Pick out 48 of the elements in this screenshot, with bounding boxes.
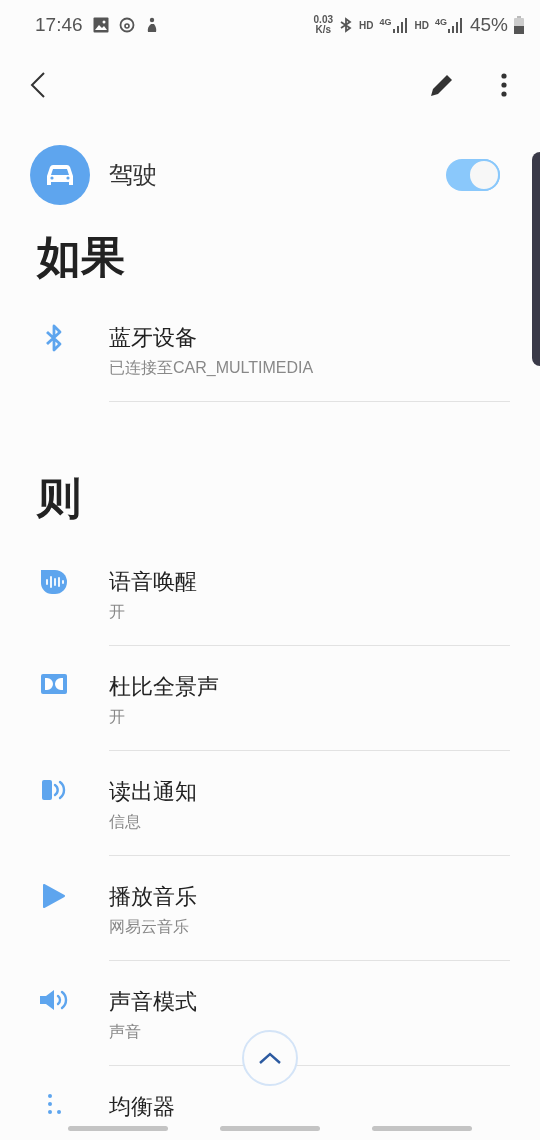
hd-label: HD: [414, 18, 429, 33]
speaking-icon: [39, 778, 68, 802]
voice-icon: [39, 568, 68, 596]
item-subtitle: 信息: [109, 812, 142, 832]
speed-unit: K/s: [315, 25, 332, 35]
item-subtitle: 网易云音乐: [109, 917, 190, 937]
item-subtitle: 开: [109, 602, 126, 622]
routine-title: 驾驶: [109, 160, 158, 190]
action-row[interactable]: 播放音乐 网易云音乐: [0, 856, 510, 961]
battery-icon: [514, 16, 524, 34]
speaker-icon: [38, 988, 69, 1012]
signal-icon: [447, 17, 464, 33]
bluetooth-icon: [339, 17, 354, 33]
battery-percent: 45%: [469, 12, 508, 37]
scroll-to-top-button[interactable]: [242, 1030, 298, 1086]
item-title: 播放音乐: [109, 883, 197, 911]
action-row[interactable]: 读出通知 信息: [0, 751, 510, 856]
music-app-icon: [118, 17, 135, 33]
item-subtitle: 开: [109, 707, 126, 727]
item-title: 均衡器: [109, 1093, 175, 1121]
navigation-handle[interactable]: [372, 1126, 472, 1131]
item-subtitle: 已连接至CAR_MULTIMEDIA: [109, 358, 315, 378]
toggle-switch[interactable]: [446, 159, 500, 191]
item-title: 杜比全景声: [109, 673, 219, 701]
network-speed: 0.03: [313, 15, 334, 25]
dolby-icon: [39, 673, 68, 695]
play-icon: [41, 883, 66, 909]
navigation-handle[interactable]: [220, 1126, 320, 1131]
car-icon: [30, 145, 90, 205]
caret-up-icon: [259, 1052, 281, 1064]
navigation-handle[interactable]: [68, 1126, 168, 1131]
network-type: 4G: [434, 17, 447, 27]
gallery-icon: [92, 17, 109, 33]
item-title: 读出通知: [109, 778, 197, 806]
clock: 17:46: [35, 12, 83, 37]
item-subtitle: 声音: [109, 1022, 142, 1042]
action-row[interactable]: 杜比全景声 开: [0, 646, 510, 751]
item-title: 声音模式: [109, 988, 197, 1016]
item-title: 蓝牙设备: [109, 324, 197, 352]
signal-icon: [392, 17, 409, 33]
more-options-button[interactable]: [500, 72, 508, 98]
item-title: 语音唤醒: [109, 568, 197, 596]
action-row[interactable]: 语音唤醒 开: [0, 541, 510, 646]
action-row[interactable]: 蓝牙设备 已连接至CAR_MULTIMEDIA: [0, 297, 510, 402]
section-heading: 则: [35, 472, 82, 524]
hd-label: HD: [359, 18, 374, 33]
section-heading: 如果: [35, 231, 126, 283]
network-type: 4G: [379, 17, 392, 27]
